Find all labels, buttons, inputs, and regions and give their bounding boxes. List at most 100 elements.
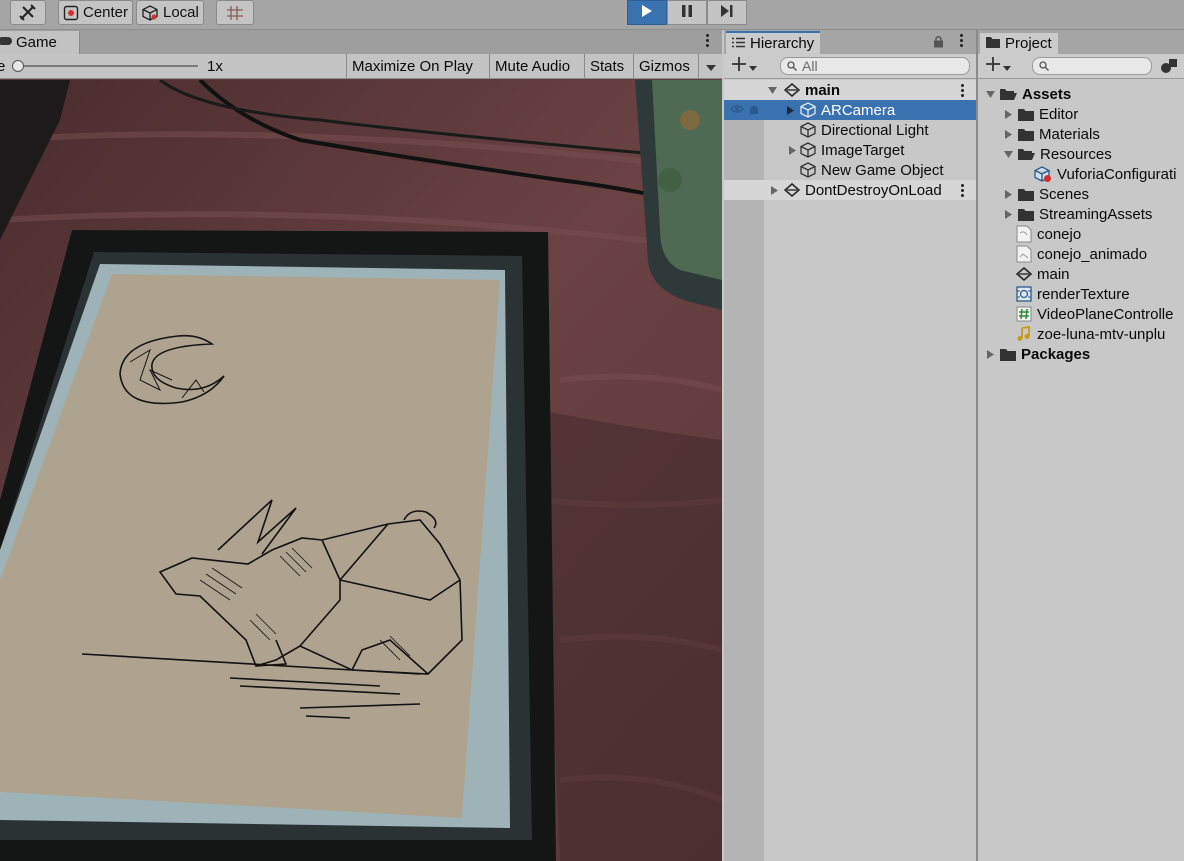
scene-row-dontdestroyonload[interactable]: DontDestroyOnLoad (724, 180, 976, 200)
plus-icon (732, 57, 746, 75)
gizmos-dropdown[interactable] (698, 54, 722, 79)
hierarchy-item-directional-light[interactable]: Directional Light (724, 120, 976, 140)
chevron-right-icon[interactable] (1002, 109, 1014, 119)
project-folder-resources[interactable]: Resources (1002, 144, 1112, 164)
step-button[interactable] (707, 0, 747, 25)
hierarchy-panel-menu[interactable] (960, 34, 964, 47)
chevron-down-icon[interactable] (766, 86, 778, 94)
pivot-center-button[interactable]: Center (58, 0, 134, 25)
project-asset-rendertexture[interactable]: renderTexture (1016, 284, 1130, 304)
playmode-controls (627, 0, 747, 25)
project-folder-scenes[interactable]: Scenes (1002, 184, 1089, 204)
asset-label: zoe-luna-mtv-unplu (1037, 325, 1166, 343)
folder-label: Resources (1040, 145, 1112, 163)
stats-label: Stats (590, 58, 625, 75)
hierarchy-item-imagetarget[interactable]: ImageTarget (724, 140, 976, 160)
folder-icon (986, 35, 1000, 52)
scale-label: e (0, 58, 6, 75)
hierarchy-panel: Hierarchy All main ARCamera Directional … (724, 30, 976, 861)
project-asset-vuforia-configuration[interactable]: VuforiaConfigurati (1034, 164, 1177, 184)
filter-by-type-icon[interactable] (1160, 58, 1180, 78)
folder-label: Editor (1039, 105, 1079, 123)
chevron-down-icon[interactable] (1002, 150, 1014, 158)
mute-label: Mute Audio (495, 58, 571, 75)
scriptable-object-icon (1034, 165, 1052, 183)
game-tabbar: Game (0, 30, 722, 54)
play-button[interactable] (627, 0, 667, 25)
project-asset-videoplanecontroller[interactable]: VideoPlaneControlle (1016, 304, 1174, 324)
project-folder-materials[interactable]: Materials (1002, 124, 1100, 144)
game-panel-menu[interactable] (706, 34, 710, 47)
scene-row-main[interactable]: main (724, 80, 976, 100)
create-button[interactable] (732, 57, 757, 75)
project-asset-conejo-animado[interactable]: conejo_animado (1016, 244, 1147, 264)
scale-slider-thumb[interactable] (12, 60, 24, 72)
chevron-right-icon[interactable] (784, 105, 796, 115)
tools-button[interactable] (10, 0, 46, 25)
game-viewport[interactable] (0, 80, 722, 861)
hierarchy-item-arcamera[interactable]: ARCamera (724, 100, 976, 120)
project-asset-conejo[interactable]: conejo (1016, 224, 1081, 244)
assets-label: Assets (1022, 85, 1072, 103)
packages-label: Packages (1021, 345, 1091, 363)
game-tab-label: Game (16, 34, 57, 51)
hierarchy-item-label: ImageTarget (821, 141, 905, 159)
scale-slider-track[interactable] (18, 65, 198, 67)
hierarchy-search-input[interactable]: All (780, 57, 970, 75)
asset-label: conejo_animado (1037, 245, 1148, 263)
audio-clip-icon (1016, 326, 1032, 342)
asset-label: VuforiaConfigurati (1057, 165, 1177, 183)
chevron-right-icon[interactable] (984, 349, 996, 359)
tab-hierarchy[interactable]: Hierarchy (726, 31, 821, 54)
pause-button[interactable] (667, 0, 707, 25)
search-icon (1039, 58, 1049, 74)
image-file-icon (1016, 225, 1032, 243)
dontdestroy-row-menu[interactable] (961, 184, 964, 197)
folder-icon (1018, 208, 1034, 221)
unity-scene-icon (784, 83, 800, 97)
gamepad-icon (0, 34, 12, 51)
project-folder-editor[interactable]: Editor (1002, 104, 1078, 124)
tab-game[interactable]: Game (0, 31, 80, 54)
asset-label: VideoPlaneControlle (1037, 305, 1174, 323)
chevron-right-icon[interactable] (768, 185, 780, 195)
render-texture-icon (1016, 286, 1032, 302)
project-folder-assets[interactable]: Assets (984, 84, 1071, 104)
folder-label: Materials (1039, 125, 1100, 143)
maximize-on-play-toggle[interactable]: Maximize On Play (346, 54, 478, 79)
chevron-down-icon[interactable] (984, 90, 996, 98)
asset-label: renderTexture (1037, 285, 1130, 303)
tab-project[interactable]: Project (980, 31, 1058, 54)
scene-row-menu[interactable] (961, 84, 964, 97)
project-search-input[interactable] (1032, 57, 1152, 75)
grid-snap-button[interactable] (216, 0, 254, 25)
lock-icon[interactable] (933, 35, 944, 52)
stats-toggle[interactable]: Stats (584, 54, 629, 79)
mute-audio-toggle[interactable]: Mute Audio (489, 54, 575, 79)
csharp-script-icon (1016, 306, 1032, 322)
visibility-icon[interactable] (730, 104, 760, 116)
hierarchy-item-label: ARCamera (821, 101, 896, 119)
project-folder-streamingassets[interactable]: StreamingAssets (1002, 204, 1152, 224)
chevron-right-icon[interactable] (1002, 129, 1014, 139)
project-asset-audio-clip[interactable]: zoe-luna-mtv-unplu (1016, 324, 1165, 344)
hierarchy-header: All (724, 54, 976, 79)
dontdestroy-label: DontDestroyOnLoad (805, 181, 942, 199)
gizmos-toggle[interactable]: Gizmos (633, 54, 695, 79)
chevron-right-icon[interactable] (786, 145, 798, 155)
project-tabbar: Project (978, 30, 1184, 54)
hierarchy-item-new-game-object[interactable]: New Game Object (724, 160, 976, 180)
project-create-button[interactable] (986, 57, 1011, 75)
unity-scene-icon (784, 183, 800, 197)
grid-snap-icon (226, 5, 244, 21)
pivot-space-button[interactable]: Local (136, 0, 204, 25)
chevron-right-icon[interactable] (1002, 189, 1014, 199)
project-folder-packages[interactable]: Packages (984, 344, 1090, 364)
hierarchy-item-label: Directional Light (821, 121, 929, 139)
gameobject-cube-icon (800, 122, 816, 138)
chevron-right-icon[interactable] (1002, 209, 1014, 219)
project-asset-main-scene[interactable]: main (1016, 264, 1070, 284)
folder-icon (1018, 108, 1034, 121)
chevron-down-icon (1003, 58, 1011, 75)
pivot-icon (63, 5, 79, 21)
